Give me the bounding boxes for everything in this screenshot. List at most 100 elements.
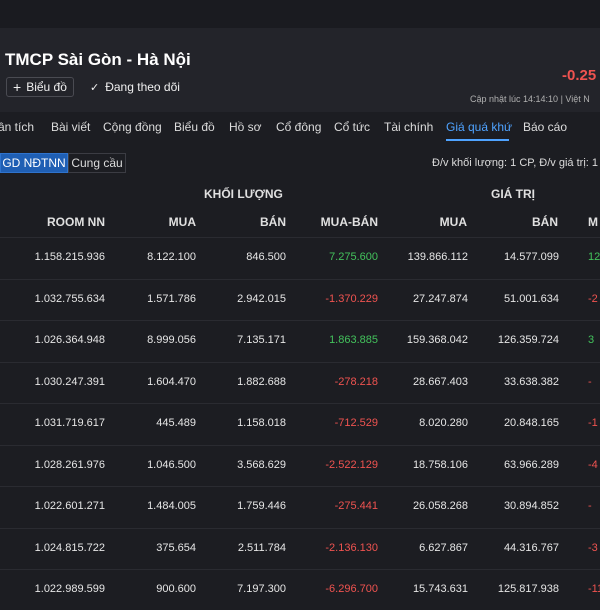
cell-buy-vol: 445.489 — [156, 417, 196, 429]
table-row: 1.031.719.617 445.489 1.158.018 -712.529 8.0… — [0, 403, 600, 444]
cell-net-vol: -275.441 — [334, 500, 378, 512]
cell-net-val: -2 — [588, 292, 598, 305]
col-room: ROOM NN — [47, 215, 105, 229]
cell-sell-vol: 1.882.688 — [237, 375, 286, 388]
cell-sell-vol: 846.500 — [246, 251, 286, 263]
cell-net-vol: -278.218 — [334, 375, 378, 388]
tab-analysis[interactable]: ân tích — [0, 120, 34, 134]
cell-buy-vol: 1.484.005 — [147, 500, 196, 512]
cell-room: 1.026.364.948 — [34, 334, 105, 346]
tab-bar: ân tích Bài viết Cộng đồng Biểu đồ Hồ sơ… — [0, 112, 600, 144]
cell-buy-vol: 1.571.786 — [147, 292, 196, 305]
cell-sell-vol: 7.135.171 — [237, 334, 286, 346]
col-net-volume: MUA-BÁN — [320, 215, 378, 229]
cell-room: 1.158.215.936 — [34, 251, 105, 263]
cell-sell-val: 63.966.289 — [503, 458, 559, 471]
chart-button-label: Biểu đồ — [26, 80, 67, 94]
cell-sell-val: 51.001.634 — [503, 292, 559, 305]
tab-finance[interactable]: Tài chính — [384, 120, 433, 134]
cell-sell-val: 30.894.852 — [503, 500, 559, 512]
cell-net-vol: -6.296.700 — [325, 583, 378, 595]
cell-sell-val: 125.817.938 — [497, 583, 559, 595]
cell-net-vol: -712.529 — [334, 417, 378, 429]
cell-net-val: 3 — [588, 334, 595, 346]
group-volume: KHỐI LƯỢNG — [204, 187, 283, 201]
cell-room: 1.022.601.271 — [34, 500, 105, 512]
cell-buy-val: 15.743.631 — [412, 583, 468, 595]
page-title: TMCP Sài Gòn - Hà Nội — [5, 50, 191, 69]
chart-button[interactable]: + Biểu đồ — [6, 77, 74, 97]
cell-buy-vol: 1.046.500 — [147, 458, 196, 471]
cell-net-val: - — [588, 375, 592, 388]
col-sell-value: BÁN — [532, 215, 558, 229]
tab-profile[interactable]: Hồ sơ — [229, 120, 262, 134]
cell-net-val: -4 — [588, 458, 598, 471]
tab-community[interactable]: Cộng đồng — [103, 120, 162, 134]
cell-net-val: -3 — [588, 541, 598, 554]
cell-sell-val: 14.577.099 — [503, 251, 559, 263]
cell-net-vol: 7.275.600 — [329, 251, 378, 263]
table-row: 1.022.989.599 900.600 7.197.300 -6.296.700 1… — [0, 569, 600, 610]
cell-sell-vol: 7.197.300 — [237, 583, 286, 595]
cell-buy-val: 6.627.867 — [419, 541, 468, 554]
col-buy-value: MUA — [439, 215, 467, 229]
col-sell-volume: BÁN — [260, 215, 286, 229]
follow-button[interactable]: ✓ Đang theo dõi — [90, 77, 180, 97]
cell-sell-val: 126.359.724 — [497, 334, 559, 346]
table-row: 1.028.261.976 1.046.500 3.568.629 -2.522.12… — [0, 445, 600, 486]
group-value: GIÁ TRỊ — [491, 187, 535, 201]
cell-buy-val: 28.667.403 — [412, 375, 468, 388]
check-icon: ✓ — [90, 81, 100, 94]
cell-room: 1.030.247.391 — [34, 375, 105, 388]
col-net-value: M — [588, 215, 598, 229]
plus-icon: + — [13, 79, 22, 95]
table-row: 1.024.815.722 375.654 2.511.784 -2.136.130 6… — [0, 528, 600, 569]
cell-room: 1.022.989.599 — [34, 583, 105, 595]
tab-shareholders[interactable]: Cổ đông — [276, 120, 321, 134]
cell-room: 1.032.755.634 — [34, 292, 105, 305]
tab-articles[interactable]: Bài viết — [51, 120, 90, 134]
table-row: 1.032.755.634 1.571.786 2.942.015 -1.370.22… — [0, 279, 600, 320]
cell-net-val: -11 — [588, 583, 600, 595]
cell-buy-val: 159.368.042 — [406, 334, 468, 346]
cell-buy-val: 18.758.106 — [412, 458, 468, 471]
tab-chart[interactable]: Biểu đồ — [174, 120, 215, 134]
cell-sell-val: 20.848.165 — [503, 417, 559, 429]
tab-dividends[interactable]: Cổ tức — [334, 120, 370, 134]
cell-room: 1.028.261.976 — [34, 458, 105, 471]
cell-buy-val: 139.866.112 — [407, 251, 468, 263]
price-change: -0.25 — [562, 67, 597, 84]
cell-net-val: 12 — [588, 251, 600, 263]
cell-buy-vol: 1.604.470 — [147, 375, 196, 388]
table-row: 1.022.601.271 1.484.005 1.759.446 -275.441 2… — [0, 486, 600, 527]
cell-sell-vol: 2.511.784 — [237, 541, 286, 554]
top-bar — [0, 0, 600, 29]
table-row: 1.158.215.936 8.122.100 846.500 7.275.600 13… — [0, 237, 600, 278]
subtab-supply-demand[interactable]: Cung cầu — [68, 153, 126, 173]
cell-net-val: -1 — [588, 417, 598, 429]
cell-net-vol: -2.136.130 — [325, 541, 378, 554]
cell-buy-vol: 900.600 — [156, 583, 196, 595]
cell-net-vol: -2.522.129 — [325, 458, 378, 471]
cell-sell-vol: 3.568.629 — [237, 458, 286, 471]
table-row: 1.030.247.391 1.604.470 1.882.688 -278.218 2… — [0, 362, 600, 403]
subtab-foreign-trading[interactable]: GD NĐTNN — [0, 153, 68, 173]
update-time: Cập nhật lúc 14:14:10 | Việt N — [470, 94, 590, 104]
cell-buy-vol: 8.999.056 — [147, 334, 196, 346]
cell-net-val: - — [588, 500, 592, 512]
cell-room: 1.031.719.617 — [34, 417, 105, 429]
cell-sell-val: 33.638.382 — [503, 375, 559, 388]
cell-room: 1.024.815.722 — [34, 541, 105, 554]
tab-reports[interactable]: Báo cáo — [523, 120, 567, 134]
tab-price-history[interactable]: Giá quá khứ — [446, 120, 512, 134]
table-row: 1.026.364.948 8.999.056 7.135.171 1.863.885… — [0, 320, 600, 361]
cell-sell-val: 44.316.767 — [503, 541, 559, 554]
follow-button-label: Đang theo dõi — [105, 80, 180, 94]
cell-buy-vol: 8.122.100 — [147, 251, 196, 263]
cell-buy-vol: 375.654 — [156, 541, 196, 554]
col-buy-volume: MUA — [168, 215, 196, 229]
unit-note: Đ/v khối lượng: 1 CP, Đ/v giá trị: 1 — [432, 157, 598, 169]
cell-buy-val: 8.020.280 — [419, 417, 468, 429]
cell-net-vol: -1.370.229 — [325, 292, 378, 305]
cell-buy-val: 26.058.268 — [412, 500, 468, 512]
